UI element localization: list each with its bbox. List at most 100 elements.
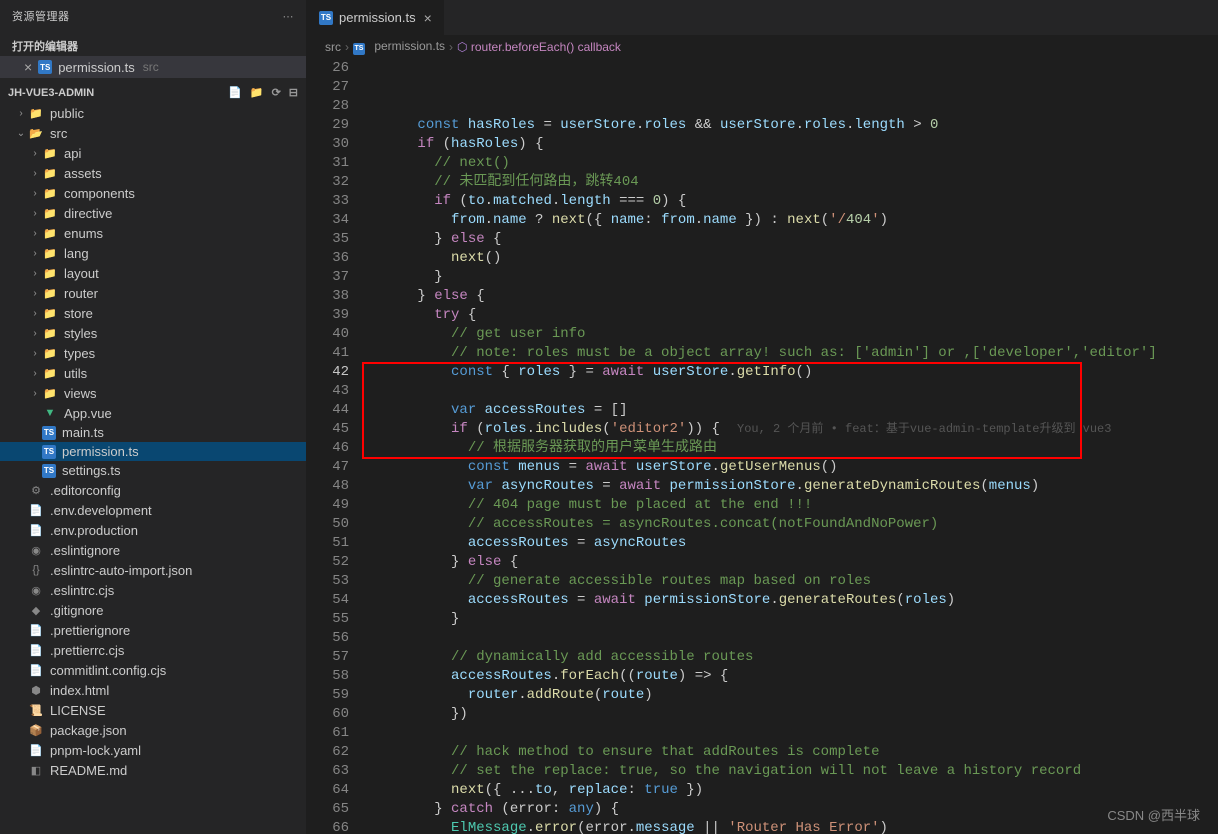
code-line[interactable]: if (hasRoles) { — [367, 135, 1218, 154]
code-editor[interactable]: 2627282930313233343536373839404142434445… — [307, 59, 1218, 834]
code-line[interactable] — [367, 629, 1218, 648]
code-line[interactable]: if (to.matched.length === 0) { — [367, 192, 1218, 211]
file-item[interactable]: 📄pnpm-lock.yaml — [0, 740, 306, 760]
code-line[interactable]: const menus = await userStore.getUserMen… — [367, 458, 1218, 477]
file-item[interactable]: TSmain.ts — [0, 423, 306, 442]
code-line[interactable]: // note: roles must be a object array! s… — [367, 344, 1218, 363]
file-item[interactable]: 📄.prettierignore — [0, 620, 306, 640]
code-line[interactable]: ElMessage.error(error.message || 'Router… — [367, 819, 1218, 834]
file-item[interactable]: 📄.prettierrc.cjs — [0, 640, 306, 660]
file-item[interactable]: ◆.gitignore — [0, 600, 306, 620]
close-icon[interactable]: × — [24, 59, 32, 75]
folder-item[interactable]: ›📁layout — [0, 263, 306, 283]
folder-item[interactable]: ›📁directive — [0, 203, 306, 223]
folder-item[interactable]: ›📁styles — [0, 323, 306, 343]
code-line[interactable]: try { — [367, 306, 1218, 325]
tree-item-label: .eslintignore — [50, 543, 120, 558]
refresh-icon[interactable]: ⟳ — [272, 86, 281, 99]
code-line[interactable]: from.name ? next({ name: from.name }) : … — [367, 211, 1218, 230]
chevron-icon: › — [28, 148, 42, 159]
project-actions: 📄 📁 ⟳ ⊟ — [228, 86, 298, 99]
code-line[interactable]: // dynamically add accessible routes — [367, 648, 1218, 667]
file-item[interactable]: ▼App.vue — [0, 403, 306, 423]
chevron-icon: › — [28, 348, 42, 359]
breadcrumb-item[interactable]: src — [325, 40, 341, 54]
tree-item-label: assets — [64, 166, 102, 181]
code-line[interactable]: if (roles.includes('editor2')) {You, 2 个… — [367, 420, 1218, 439]
open-editor-item[interactable]: ×TSpermission.tssrc — [0, 56, 306, 78]
code-line[interactable]: accessRoutes = await permissionStore.gen… — [367, 591, 1218, 610]
folder-item[interactable]: ›📁utils — [0, 363, 306, 383]
file-item[interactable]: 📄.env.development — [0, 500, 306, 520]
file-item[interactable]: TSsettings.ts — [0, 461, 306, 480]
code-line[interactable]: } — [367, 610, 1218, 629]
code-line[interactable]: // 根据服务器获取的用户菜单生成路由 — [367, 439, 1218, 458]
code-line[interactable]: accessRoutes = asyncRoutes — [367, 534, 1218, 553]
code-line[interactable]: // get user info — [367, 325, 1218, 344]
tree-item-label: README.md — [50, 763, 127, 778]
code-line[interactable]: const hasRoles = userStore.roles && user… — [367, 116, 1218, 135]
file-item[interactable]: ◉.eslintignore — [0, 540, 306, 560]
editor-item-dir: src — [143, 60, 159, 74]
folder-item[interactable]: ›📁api — [0, 143, 306, 163]
code-line[interactable]: // set the replace: true, so the navigat… — [367, 762, 1218, 781]
code-line[interactable]: accessRoutes.forEach((route) => { — [367, 667, 1218, 686]
code-line[interactable]: // generate accessible routes map based … — [367, 572, 1218, 591]
folder-item[interactable]: ›📁router — [0, 283, 306, 303]
code-line[interactable]: router.addRoute(route) — [367, 686, 1218, 705]
code-line[interactable]: var asyncRoutes = await permissionStore.… — [367, 477, 1218, 496]
folder-item[interactable]: ›📁types — [0, 343, 306, 363]
code-line[interactable]: // accessRoutes = asyncRoutes.concat(not… — [367, 515, 1218, 534]
file-item[interactable]: ⚙.editorconfig — [0, 480, 306, 500]
watermark: CSDN @西半球 — [1107, 805, 1200, 824]
file-item[interactable]: ⬢index.html — [0, 680, 306, 700]
code-line[interactable]: } — [367, 268, 1218, 287]
code-line[interactable]: } else { — [367, 287, 1218, 306]
code-line[interactable]: // 未匹配到任何路由，跳转404 — [367, 173, 1218, 192]
chevron-icon: › — [28, 268, 42, 279]
code-line[interactable]: // 404 page must be placed at the end !!… — [367, 496, 1218, 515]
editor-tab[interactable]: TS permission.ts × — [307, 0, 445, 35]
open-editors-label[interactable]: 打开的编辑器 — [0, 36, 306, 56]
folder-item[interactable]: ›📁lang — [0, 243, 306, 263]
folder-item[interactable]: ›📁enums — [0, 223, 306, 243]
code-line[interactable]: }) — [367, 705, 1218, 724]
project-header[interactable]: JH-VUE3-ADMIN 📄 📁 ⟳ ⊟ — [0, 82, 306, 103]
file-item[interactable]: 📜LICENSE — [0, 700, 306, 720]
new-file-icon[interactable]: 📄 — [228, 86, 242, 99]
file-item[interactable]: ◧README.md — [0, 760, 306, 780]
collapse-icon[interactable]: ⊟ — [289, 86, 298, 99]
breadcrumb-item[interactable]: ⬡ router.beforeEach() callback — [457, 40, 621, 54]
more-icon[interactable]: ⋯ — [283, 10, 295, 23]
folder-item[interactable]: ›📁assets — [0, 163, 306, 183]
code-line[interactable]: var accessRoutes = [] — [367, 401, 1218, 420]
code-line[interactable]: // hack method to ensure that addRoutes … — [367, 743, 1218, 762]
new-folder-icon[interactable]: 📁 — [250, 86, 264, 99]
file-item[interactable]: {}.eslintrc-auto-import.json — [0, 560, 306, 580]
close-icon[interactable]: × — [424, 10, 432, 26]
code-line[interactable]: next({ ...to, replace: true }) — [367, 781, 1218, 800]
code-line[interactable]: } else { — [367, 230, 1218, 249]
file-tree[interactable]: ›📁public⌄📂src›📁api›📁assets›📁components›📁… — [0, 103, 306, 834]
chevron-icon: › — [28, 228, 42, 239]
code-line[interactable] — [367, 724, 1218, 743]
file-item[interactable]: TSpermission.ts — [0, 442, 306, 461]
code-line[interactable]: } catch (error: any) { — [367, 800, 1218, 819]
code-line[interactable] — [367, 382, 1218, 401]
file-item[interactable]: ◉.eslintrc.cjs — [0, 580, 306, 600]
folder-item[interactable]: ›📁views — [0, 383, 306, 403]
folder-item[interactable]: ⌄📂src — [0, 123, 306, 143]
code-content[interactable]: const hasRoles = userStore.roles && user… — [367, 59, 1218, 834]
code-line[interactable]: next() — [367, 249, 1218, 268]
code-line[interactable]: } else { — [367, 553, 1218, 572]
folder-item[interactable]: ›📁public — [0, 103, 306, 123]
folder-item[interactable]: ›📁components — [0, 183, 306, 203]
code-line[interactable]: // next() — [367, 154, 1218, 173]
breadcrumb-item[interactable]: TS permission.ts — [353, 39, 445, 55]
file-item[interactable]: 📦package.json — [0, 720, 306, 740]
breadcrumbs[interactable]: src›TS permission.ts›⬡ router.beforeEach… — [307, 35, 1218, 59]
folder-item[interactable]: ›📁store — [0, 303, 306, 323]
code-line[interactable]: const { roles } = await userStore.getInf… — [367, 363, 1218, 382]
file-item[interactable]: 📄commitlint.config.cjs — [0, 660, 306, 680]
file-item[interactable]: 📄.env.production — [0, 520, 306, 540]
